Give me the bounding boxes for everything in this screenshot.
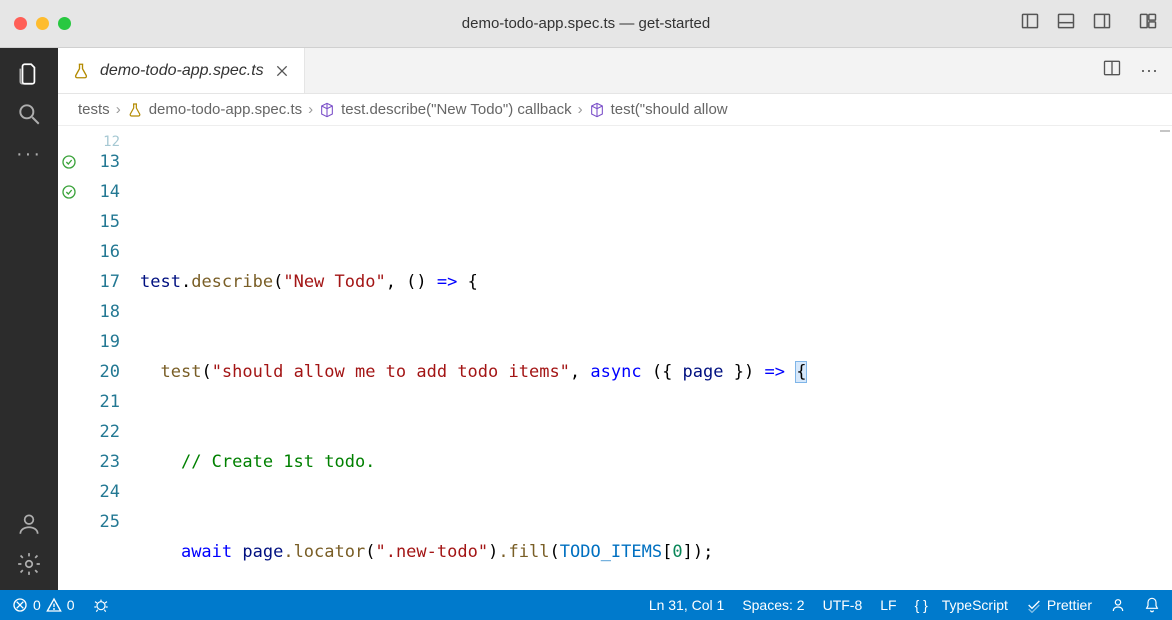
- flask-icon: [72, 62, 90, 80]
- breadcrumb-segment[interactable]: demo-todo-app.spec.ts: [149, 101, 302, 118]
- account-icon[interactable]: [15, 510, 43, 538]
- tab-file[interactable]: demo-todo-app.spec.ts: [58, 48, 305, 93]
- problems-status[interactable]: 0 0: [12, 597, 75, 613]
- symbol-icon: [589, 102, 605, 118]
- debug-status-icon[interactable]: [93, 597, 109, 613]
- formatter-status[interactable]: Prettier: [1026, 597, 1092, 613]
- test-gutter: [58, 126, 80, 590]
- window-title: demo-todo-app.spec.ts — get-started: [0, 15, 1172, 32]
- editor-more-icon[interactable]: ···: [1140, 60, 1158, 81]
- status-bar: 0 0 Ln 31, Col 1 Spaces: 2 UTF-8 LF { } …: [0, 590, 1172, 620]
- activity-bar: ···: [0, 48, 58, 590]
- test-pass-icon[interactable]: [58, 147, 80, 177]
- split-editor-icon[interactable]: [1102, 58, 1122, 83]
- breadcrumb-segment[interactable]: test("should allow: [611, 101, 728, 118]
- language-mode[interactable]: { } TypeScript: [915, 597, 1008, 613]
- cursor-position: {: [795, 361, 807, 383]
- flask-icon: [127, 102, 143, 118]
- close-tab-icon[interactable]: [274, 63, 290, 79]
- code-editor[interactable]: 12 13141516171819202122232425 test.descr…: [58, 126, 1172, 590]
- indentation-status[interactable]: Spaces: 2: [742, 597, 804, 613]
- more-icon[interactable]: ···: [15, 140, 43, 168]
- breadcrumb-segment[interactable]: tests: [78, 101, 110, 118]
- breadcrumb[interactable]: tests › demo-todo-app.spec.ts › test.des…: [58, 94, 1172, 126]
- window-titlebar: demo-todo-app.spec.ts — get-started: [0, 0, 1172, 48]
- settings-gear-icon[interactable]: [15, 550, 43, 578]
- editor-tabs: demo-todo-app.spec.ts ···: [58, 48, 1172, 94]
- search-icon[interactable]: [15, 100, 43, 128]
- breadcrumb-segment[interactable]: test.describe("New Todo") callback: [341, 101, 571, 118]
- encoding-status[interactable]: UTF-8: [823, 597, 863, 613]
- line-numbers: 12 13141516171819202122232425: [80, 126, 140, 590]
- tab-filename: demo-todo-app.spec.ts: [100, 62, 264, 80]
- symbol-icon: [319, 102, 335, 118]
- minimap[interactable]: [1160, 130, 1170, 220]
- cursor-position[interactable]: Ln 31, Col 1: [649, 597, 725, 613]
- feedback-icon[interactable]: [1110, 597, 1126, 613]
- code-content[interactable]: test.describe("New Todo", () => { test("…: [140, 126, 1172, 590]
- eol-status[interactable]: LF: [880, 597, 896, 613]
- notifications-icon[interactable]: [1144, 597, 1160, 613]
- explorer-icon[interactable]: [15, 60, 43, 88]
- test-pass-icon[interactable]: [58, 177, 80, 207]
